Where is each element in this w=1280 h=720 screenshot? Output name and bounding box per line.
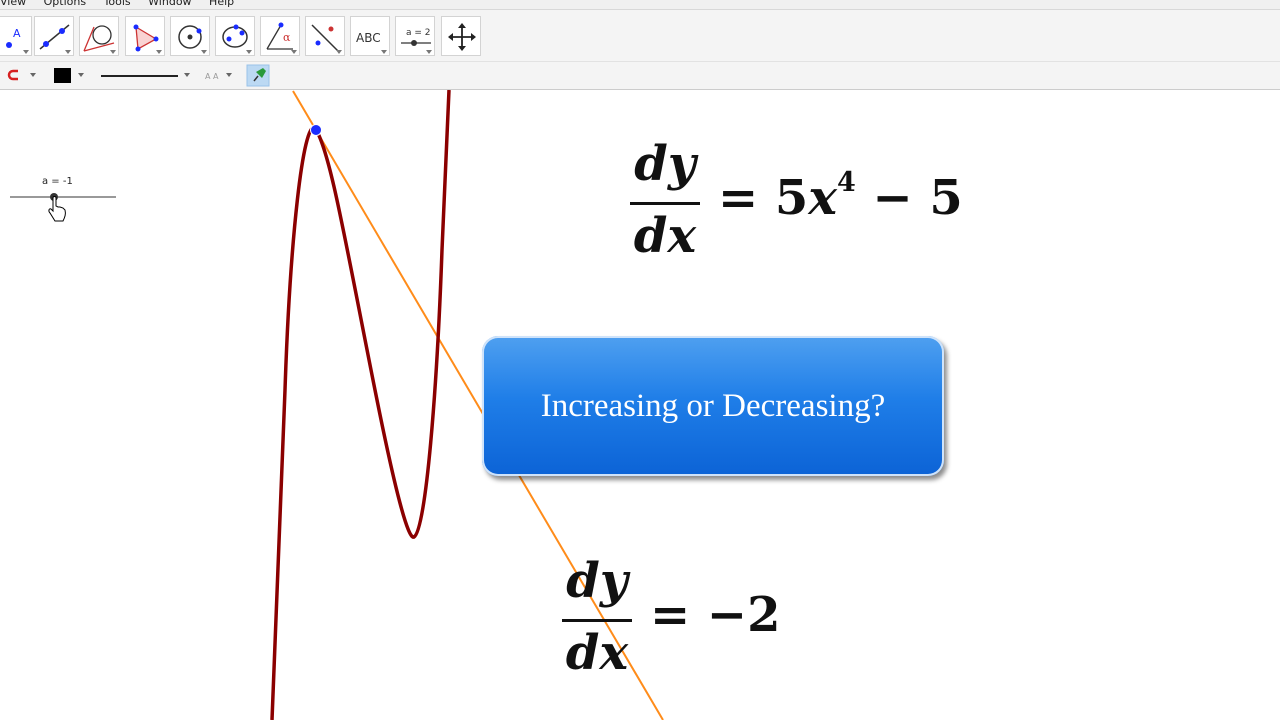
- svg-text:A: A: [13, 27, 21, 40]
- text-size-button[interactable]: A A: [205, 72, 232, 81]
- tangent-point[interactable]: [310, 124, 322, 136]
- ellipse-tool-button[interactable]: [215, 16, 255, 56]
- slider-label: a = -1: [42, 176, 73, 187]
- line-style-button[interactable]: [101, 73, 190, 77]
- text-tool-button[interactable]: ABC: [350, 16, 390, 56]
- function-curve: [270, 90, 451, 720]
- menu-window[interactable]: Window: [148, 0, 191, 8]
- angle-tool-button[interactable]: α: [260, 16, 300, 56]
- color-picker-button[interactable]: [54, 68, 84, 83]
- hand-cursor-icon: [48, 196, 66, 222]
- color-swatch: [54, 68, 71, 83]
- perpendicular-tool-button[interactable]: [79, 16, 119, 56]
- equation-denominator: dx: [565, 625, 629, 681]
- question-callout: Increasing or Decreasing?: [482, 336, 944, 476]
- magnet-icon[interactable]: [7, 69, 36, 81]
- style-bar: A A: [0, 62, 1280, 90]
- graphics-view[interactable]: a = -1 dy dx = 5x4 − 5 Increasing or Dec…: [0, 90, 1280, 720]
- pin-icon[interactable]: [246, 64, 270, 87]
- menu-bar: View Options Tools Window Help: [0, 0, 1280, 10]
- svg-text:ABC: ABC: [356, 31, 381, 45]
- callout-text: Increasing or Decreasing?: [540, 388, 886, 424]
- equation-rhs: = 5x4 − 5: [718, 167, 963, 226]
- toolbar: A α ABC a = 2: [0, 10, 1280, 62]
- circle-tool-button[interactable]: [170, 16, 210, 56]
- menu-tools[interactable]: Tools: [104, 0, 131, 8]
- menu-help[interactable]: Help: [209, 0, 234, 8]
- line-tool-button[interactable]: [34, 16, 74, 56]
- polygon-tool-button[interactable]: [125, 16, 165, 56]
- move-graphics-view-button[interactable]: [441, 16, 481, 56]
- menu-view[interactable]: View: [0, 0, 26, 8]
- equation-denominator: dx: [633, 208, 697, 264]
- move-graphics-view-icon: [448, 23, 476, 51]
- svg-text:a = 2: a = 2: [406, 28, 431, 38]
- fraction-bar: [562, 619, 632, 622]
- move-tool-button[interactable]: A: [0, 16, 32, 56]
- menu-options[interactable]: Options: [44, 0, 86, 8]
- svg-text:α: α: [283, 31, 291, 44]
- fraction-bar: [630, 202, 700, 205]
- reflect-tool-button[interactable]: [305, 16, 345, 56]
- svg-text:A A: A A: [205, 72, 219, 81]
- equation-numerator: dy: [566, 553, 628, 609]
- equation-numerator: dy: [634, 136, 696, 192]
- equation-rhs: = −2: [650, 587, 781, 643]
- slider-tool-button[interactable]: a = 2: [395, 16, 435, 56]
